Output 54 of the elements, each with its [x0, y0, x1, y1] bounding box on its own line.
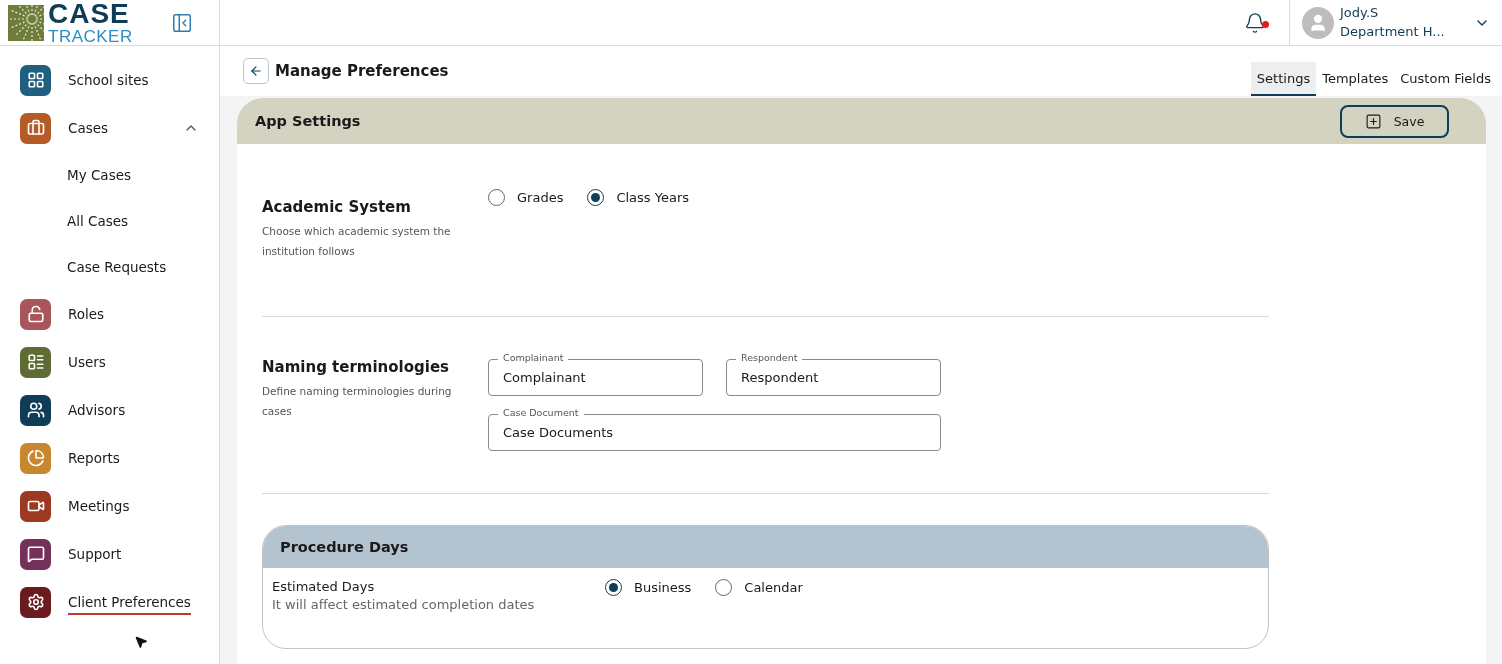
radio-label: Calendar — [744, 580, 803, 595]
card-title: Procedure Days — [280, 539, 409, 555]
back-button[interactable] — [243, 58, 269, 84]
grid-icon — [26, 71, 45, 89]
sidebar-item[interactable]: Cases — [0, 104, 219, 152]
sidebar-item[interactable]: Users — [0, 338, 219, 386]
panel-title: App Settings — [255, 113, 361, 129]
logo-wordmark: TRACKER — [48, 28, 133, 45]
sidebar-subitem[interactable]: All Cases — [0, 198, 219, 244]
collapse-sidebar-icon[interactable] — [171, 11, 193, 34]
field-label: Complainant — [498, 353, 569, 363]
radio-option[interactable]: Calendar — [715, 579, 803, 596]
user-role: Department H... — [1340, 22, 1446, 41]
sidebar-item[interactable]: Roles — [0, 290, 219, 338]
avatar-icon — [1302, 6, 1334, 39]
save-button[interactable]: Save — [1340, 104, 1449, 138]
section-title: Academic System — [262, 198, 412, 217]
padlock-icon — [26, 305, 45, 323]
tab[interactable]: Settings — [1250, 62, 1317, 96]
radio-option[interactable]: Grades — [488, 189, 564, 206]
sidebar-item[interactable]: Advisors — [0, 386, 219, 434]
radio-label: Grades — [517, 190, 564, 205]
sidebar-item[interactable]: Reports — [0, 434, 219, 482]
sidebar-item[interactable]: Meetings — [0, 482, 219, 530]
sidebar-subitem[interactable]: My Cases — [0, 152, 219, 198]
sidebar-item[interactable]: School sites — [0, 56, 219, 104]
speech-bubble-icon — [26, 545, 45, 563]
sidebar-item[interactable]: Support — [0, 530, 219, 578]
field-label: Case Document — [498, 408, 584, 418]
field-label: Respondent — [736, 353, 803, 363]
section-description: Choose which academic system the institution follows — [262, 224, 452, 259]
people-icon — [26, 401, 45, 419]
briefcase-icon — [26, 119, 45, 137]
list-icon — [26, 353, 45, 371]
radio-label: Class Years — [616, 190, 690, 205]
radio-option[interactable]: Business — [605, 579, 692, 596]
section-description: Define naming terminologies during cases — [262, 384, 453, 419]
radio-label: Business — [634, 580, 692, 595]
gear-icon — [26, 593, 45, 611]
plus-square-icon — [1364, 112, 1382, 130]
setting-description: It will affect estimated completion dates — [272, 597, 536, 612]
page-title: Manage Preferences — [275, 62, 449, 80]
pie-chart-icon — [26, 449, 45, 467]
logo-wordmark: CASE — [48, 0, 131, 28]
radio-option[interactable]: Class Years — [587, 189, 690, 206]
sidebar-subitem[interactable]: Case Requests — [0, 244, 219, 290]
user-menu[interactable]: Jody.S Department H... — [1290, 0, 1502, 45]
sidebar-item[interactable]: Client Preferences — [0, 578, 219, 626]
section-title: Naming terminologies — [262, 358, 450, 377]
user-name: Jody.S — [1340, 3, 1380, 22]
tab[interactable]: Custom Fields — [1394, 62, 1497, 96]
setting-label: Estimated Days — [272, 579, 376, 594]
sunburst-logo-icon — [8, 4, 44, 41]
tab[interactable]: Templates — [1316, 62, 1395, 96]
